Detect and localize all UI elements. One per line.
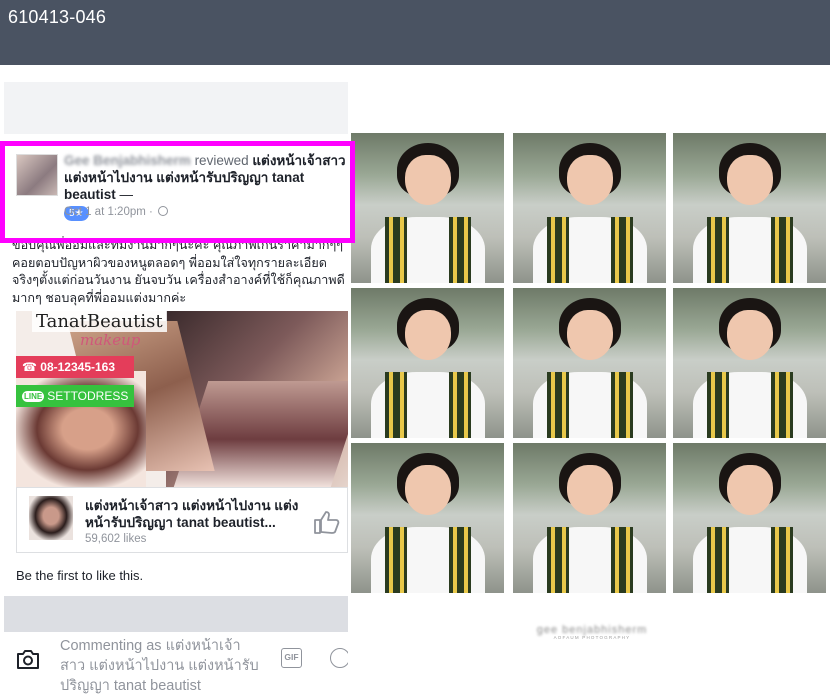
photo-5 xyxy=(513,288,666,438)
comment-input[interactable]: Commenting as แต่งหน้าเจ้าสาว แต่งหน้าไป… xyxy=(60,636,260,696)
phone-banner: ☎ 08-12345-163 xyxy=(16,356,134,378)
photo-6 xyxy=(673,288,826,438)
panel-header xyxy=(4,82,348,134)
review-action: reviewed xyxy=(194,153,249,168)
first-like-text: Be the first to like this. xyxy=(16,568,144,583)
title-dash: — xyxy=(119,187,134,202)
globe-icon xyxy=(158,206,169,216)
line-id: SETTODRESS xyxy=(47,389,129,403)
photo-8 xyxy=(513,443,666,593)
photo-4 xyxy=(351,288,504,438)
photo-1 xyxy=(351,133,504,283)
reviewer-avatar[interactable] xyxy=(16,154,58,196)
image-code: 610413-046 xyxy=(8,7,107,27)
photo-2 xyxy=(513,133,666,283)
top-bar: 610413-046 xyxy=(0,0,830,65)
post-header: Gee Benjabhisherm reviewed แต่งหน้าเจ้าส… xyxy=(4,134,348,222)
line-icon: LINE xyxy=(22,391,45,402)
gif-icon[interactable]: GIF xyxy=(281,648,302,668)
facebook-review-panel: Gee Benjabhisherm reviewed แต่งหน้าเจ้าส… xyxy=(4,82,348,700)
page-thumbnail xyxy=(29,496,73,540)
thumbs-up-icon[interactable] xyxy=(313,510,341,534)
line-banner: LINE SETTODRESS xyxy=(16,385,134,407)
photo-9 xyxy=(673,443,826,593)
brand-logo-text: TanatBeautist xyxy=(32,311,167,332)
page-attachment-card[interactable]: แต่งหน้าเจ้าสาว แต่งหน้าไปงาน แต่งหน้ารั… xyxy=(16,487,348,553)
review-card: Gee Benjabhisherm reviewed แต่งหน้าเจ้าส… xyxy=(4,134,348,596)
photographer-signature: gee benjabhisherm AOFAUM PHOTOGRAPHY xyxy=(532,624,652,642)
timestamp-text: Oct 1 at 1:20pm · xyxy=(64,206,153,218)
review-text: ขอบคุณพี่ออมและทีมงานมากๆนะคะ คุณภาพเกิน… xyxy=(12,238,345,305)
panel-divider xyxy=(4,596,348,632)
page-card-name[interactable]: แต่งหน้าเจ้าสาว แต่งหน้าไปงาน แต่งหน้ารั… xyxy=(85,497,300,531)
ad-image[interactable]: TanatBeautist makeup ☎ 08-12345-163 LINE… xyxy=(16,311,348,487)
photo-3 xyxy=(673,133,826,283)
phone-icon: ☎ xyxy=(22,360,41,374)
page-like-count: 59,602 likes xyxy=(85,533,147,545)
comment-composer[interactable]: Commenting as แต่งหน้าเจ้าสาว แต่งหน้าไป… xyxy=(4,632,348,700)
emoji-icon[interactable] xyxy=(330,648,348,668)
photo-grid xyxy=(351,133,830,593)
reviewer-name[interactable]: Gee Benjabhisherm xyxy=(64,152,191,169)
brand-logo-subtext: makeup xyxy=(80,331,141,349)
photo-7 xyxy=(351,443,504,593)
signature-name: gee benjabhisherm xyxy=(536,624,648,636)
post-timestamp[interactable]: Oct 1 at 1:20pm · xyxy=(64,206,169,218)
phone-number: 08-12345-163 xyxy=(40,360,116,374)
camera-icon[interactable] xyxy=(16,648,40,670)
